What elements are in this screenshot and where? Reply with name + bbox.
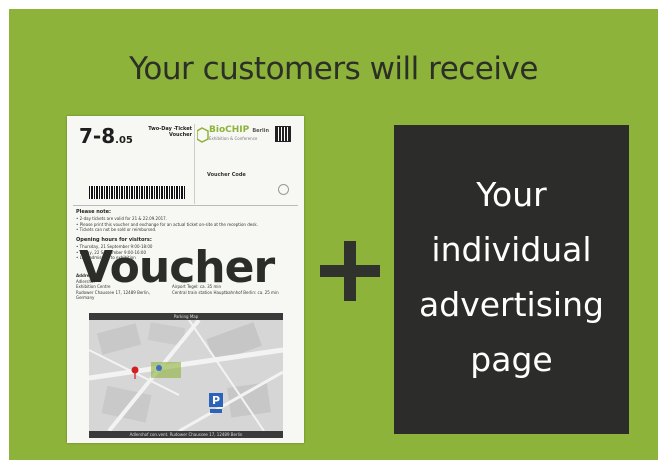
ad-line: individual: [431, 230, 592, 269]
map-graphic: P: [89, 320, 283, 431]
ad-line: page: [470, 340, 553, 379]
qr-code-icon: [275, 126, 291, 142]
barcode-icon: [89, 186, 185, 199]
voucher-overlay-word: Voucher: [79, 242, 275, 293]
headline: Your customers will receive: [129, 51, 538, 87]
voucher-logo-tagline: Exhibition & Conference: [209, 136, 258, 141]
ad-line: advertising: [419, 285, 604, 324]
voucher-note-title: Please note:: [76, 209, 112, 215]
voucher-date: 7-8.05: [79, 124, 133, 148]
voucher-note-line: • Tickets can not be sold or reimbursed.: [76, 227, 157, 232]
voucher-address-line: Germany: [76, 295, 95, 300]
voucher-separator: [73, 205, 298, 206]
ad-line: Your: [476, 175, 547, 214]
slide: Your customers will receive 7-8.05 Two-D…: [9, 9, 658, 460]
voucher-divider: [194, 124, 195, 204]
map-footer: Adlershof con.vent. Rudower Chaussee 17,…: [89, 431, 283, 438]
voucher-code-label: Voucher Code: [207, 172, 246, 178]
advertising-page-box: Your individual advertising page: [394, 125, 629, 434]
svg-text:P: P: [212, 394, 220, 407]
stamp-icon: [278, 184, 289, 195]
voucher-ticket-type: Two-Day -Ticket Voucher: [148, 126, 192, 138]
plus-icon-vertical: [344, 241, 356, 301]
voucher-logo-name: BioCHIP Berlin: [209, 125, 270, 135]
voucher-note-list: • 2-day tickets are valid for 21 & 22.09…: [76, 216, 291, 233]
parking-map: P: [89, 320, 283, 431]
voucher-document: 7-8.05 Two-Day -Ticket Voucher BioCHIP B…: [67, 116, 304, 443]
map-title: Parking Map: [89, 313, 283, 320]
